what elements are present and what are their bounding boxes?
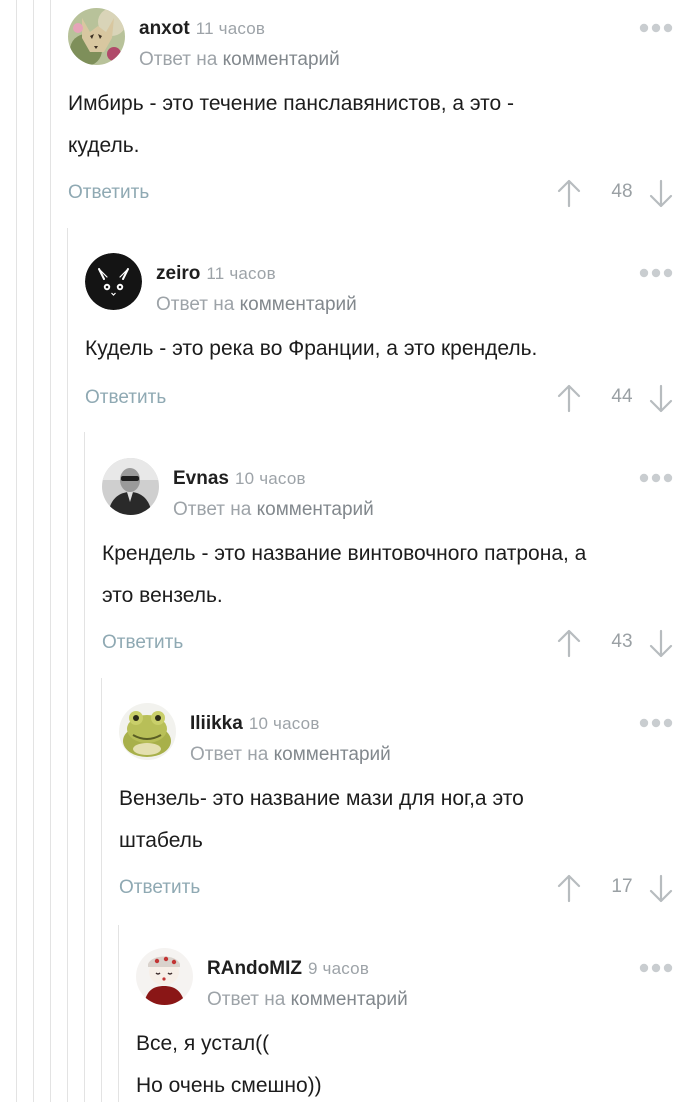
arrow-down-icon[interactable]	[649, 874, 673, 904]
comment-text: Все, я устал(( Но очень смешно))	[136, 1023, 678, 1107]
arrow-up-icon[interactable]	[557, 628, 581, 658]
more-options-icon[interactable]	[638, 267, 674, 279]
reply-to-link[interactable]: комментарий	[240, 294, 357, 315]
doll-photo-avatar	[136, 948, 193, 1005]
comment-text-line: Но очень смешно))	[136, 1074, 322, 1097]
vote-count: 17	[611, 876, 633, 897]
author-name[interactable]: zeiro	[156, 263, 200, 284]
thread-line	[50, 0, 51, 1102]
vote-controls: 17	[546, 873, 676, 903]
author-name[interactable]: RAndoMIZ	[207, 958, 302, 979]
reply-to: Ответ на комментарий	[173, 499, 374, 521]
reply-button[interactable]: Ответить	[85, 387, 166, 409]
fox-photo-avatar	[68, 8, 125, 65]
reply-button[interactable]: Ответить	[119, 877, 200, 899]
vote-controls: 43	[546, 628, 676, 658]
more-options-icon[interactable]	[638, 717, 674, 729]
arrow-up-icon[interactable]	[557, 383, 581, 413]
comment-text: Крендель - это название винтовочного пат…	[102, 533, 678, 617]
man-photo-avatar	[102, 458, 159, 515]
comment-time[interactable]: 9 часов	[308, 959, 369, 978]
arrow-down-icon[interactable]	[649, 179, 673, 209]
comment-text-line: Вензель- это название мази для ног,а это	[119, 787, 524, 810]
reply-to-prefix: Ответ на	[207, 989, 286, 1010]
avatar[interactable]	[136, 948, 193, 1005]
comment-meta: Iliikka 10 часов	[190, 713, 320, 735]
thread-line	[101, 678, 102, 1102]
reply-to-link[interactable]: комментарий	[257, 499, 374, 520]
more-options-icon[interactable]	[638, 22, 674, 34]
thread-line	[33, 0, 34, 1102]
more-options-icon[interactable]	[638, 472, 674, 484]
comment: zeiro 11 часов Ответ на комментарий Кудел…	[85, 253, 700, 425]
arrow-down-icon[interactable]	[649, 629, 673, 659]
comment-text-line: штабель	[119, 829, 203, 852]
comment-meta: anxot 11 часов	[139, 18, 265, 40]
comment-text-line: Имбирь - это течение панславянистов, а э…	[68, 92, 515, 115]
black-cat-avatar	[85, 253, 142, 310]
reply-to-link[interactable]: комментарий	[223, 49, 340, 70]
comment-time[interactable]: 10 часов	[235, 469, 306, 488]
reply-to: Ответ на комментарий	[156, 294, 357, 316]
author-name[interactable]: Evnas	[173, 468, 229, 489]
reply-to-prefix: Ответ на	[156, 294, 235, 315]
comment-text-line: Крендель - это название винтовочного пат…	[102, 542, 587, 565]
comment-meta: Evnas 10 часов	[173, 468, 306, 490]
comment-time[interactable]: 11 часов	[206, 264, 275, 283]
avatar[interactable]	[119, 703, 176, 760]
thread-line	[16, 0, 17, 1102]
comment-text-line: это вензель.	[102, 584, 223, 607]
reply-to: Ответ на комментарий	[139, 49, 340, 71]
vote-count: 44	[611, 386, 633, 407]
reply-to-prefix: Ответ на	[139, 49, 218, 70]
reply-to-link[interactable]: комментарий	[274, 744, 391, 765]
comment-text: Имбирь - это течение панславянистов, а э…	[68, 83, 678, 167]
vote-controls: 48	[546, 178, 676, 208]
author-name[interactable]: anxot	[139, 18, 190, 39]
reply-button[interactable]: Ответить	[68, 182, 149, 204]
reply-button[interactable]: Ответить	[102, 632, 183, 654]
arrow-up-icon[interactable]	[557, 873, 581, 903]
vote-count: 43	[611, 631, 633, 652]
arrow-up-icon[interactable]	[557, 178, 581, 208]
avatar[interactable]	[68, 8, 125, 65]
comment-meta: zeiro 11 часов	[156, 263, 276, 285]
comment: Evnas 10 часов Ответ на комментарий Кренд…	[102, 458, 700, 670]
comment: anxot 11 часов Ответ на комментарий Имбир…	[68, 8, 700, 220]
comment-text-line: Все, я устал((	[136, 1032, 270, 1055]
frog-photo-avatar	[119, 703, 176, 760]
reply-to: Ответ на комментарий	[190, 744, 391, 766]
comment-meta: RAndoMIZ 9 часов	[207, 958, 369, 980]
comment-time[interactable]: 11 часов	[196, 19, 265, 38]
comment: Iliikka 10 часов Ответ на комментарий Вен…	[119, 703, 700, 915]
vote-count: 48	[611, 181, 633, 202]
comment-text-line: кудель.	[68, 134, 140, 157]
comment-time[interactable]: 10 часов	[249, 714, 320, 733]
avatar[interactable]	[85, 253, 142, 310]
reply-to: Ответ на комментарий	[207, 989, 408, 1011]
thread-line	[84, 432, 85, 1102]
thread-line	[67, 228, 68, 1102]
thread-line	[118, 925, 119, 1102]
arrow-down-icon[interactable]	[649, 384, 673, 414]
comment-text: Вензель- это название мази для ног,а это…	[119, 778, 678, 862]
reply-to-prefix: Ответ на	[173, 499, 252, 520]
author-name[interactable]: Iliikka	[190, 713, 243, 734]
comment-text-line: Кудель - это река во Франции, а это крен…	[85, 337, 538, 360]
reply-to-link[interactable]: комментарий	[291, 989, 408, 1010]
vote-controls: 44	[546, 383, 676, 413]
comment: RAndoMIZ 9 часов Ответ на комментарий Все…	[136, 948, 700, 1102]
avatar[interactable]	[102, 458, 159, 515]
comment-text: Кудель - это река во Франции, а это крен…	[85, 328, 678, 370]
more-options-icon[interactable]	[638, 962, 674, 974]
reply-to-prefix: Ответ на	[190, 744, 269, 765]
